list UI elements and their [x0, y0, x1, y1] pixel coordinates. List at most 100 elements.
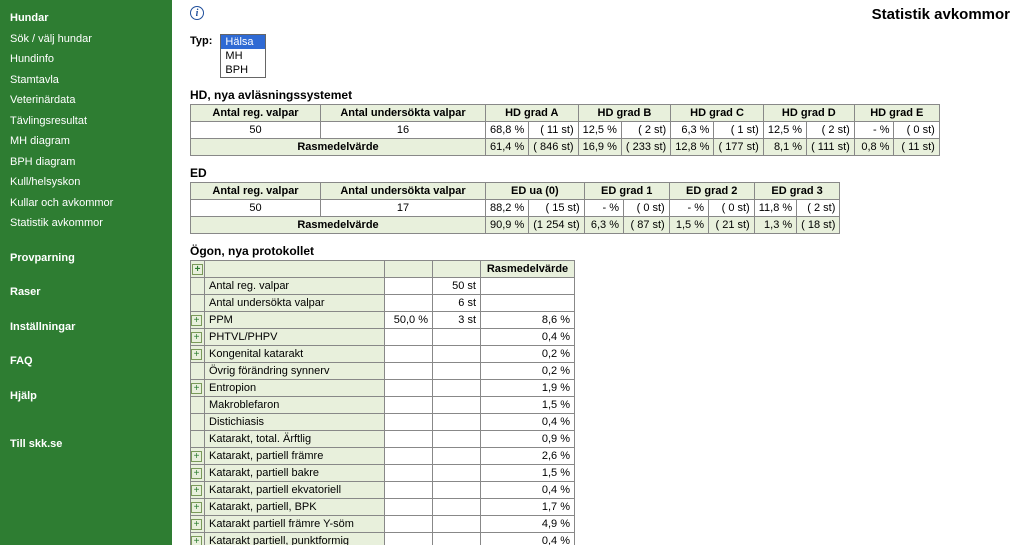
hd-th-a: HD grad A	[486, 105, 579, 122]
eye-expand-cell[interactable]: +	[191, 482, 205, 499]
hd-med-b-p: 16,9 %	[578, 139, 621, 156]
eye-expand-cell	[191, 363, 205, 380]
hd-th-c: HD grad C	[671, 105, 764, 122]
eye-med: 0,9 %	[481, 431, 575, 448]
eye-v1	[385, 499, 433, 516]
ed-med-0-s: (1 254 st)	[529, 217, 584, 234]
sidebar: HundarSök / välj hundarHundinfoStamtavla…	[0, 0, 172, 545]
plus-icon[interactable]: +	[192, 264, 203, 275]
hd-b-p: 12,5 %	[578, 122, 621, 139]
eye-expand-cell[interactable]: +	[191, 380, 205, 397]
eye-row: Antal reg. valpar50 st	[191, 278, 575, 295]
sidebar-item[interactable]: Stamtavla	[0, 70, 172, 91]
eye-name: Katarakt partiell främre Y-söm	[205, 516, 385, 533]
eye-med	[481, 295, 575, 312]
ed-med-2-s: ( 21 st)	[708, 217, 754, 234]
plus-icon[interactable]: +	[191, 332, 202, 343]
sidebar-item[interactable]: Provparning	[0, 248, 172, 269]
eye-v2	[433, 397, 481, 414]
eye-name: Katarakt partiell, punktformig	[205, 533, 385, 545]
eye-v1	[385, 465, 433, 482]
sidebar-item[interactable]: MH diagram	[0, 131, 172, 152]
eye-v1	[385, 363, 433, 380]
eye-v2: 6 st	[433, 295, 481, 312]
eye-v1	[385, 516, 433, 533]
typ-option[interactable]: Hälsa	[221, 35, 265, 49]
hd-med-d-s: ( 111 st)	[807, 139, 855, 156]
hd-d-s: ( 2 st)	[807, 122, 855, 139]
sidebar-item[interactable]: Kullar och avkommor	[0, 193, 172, 214]
eye-name: Antal undersökta valpar	[205, 295, 385, 312]
plus-icon[interactable]: +	[191, 536, 202, 545]
hd-th-b: HD grad B	[578, 105, 671, 122]
eye-v2	[433, 516, 481, 533]
eye-expand-cell[interactable]: +	[191, 516, 205, 533]
sidebar-item[interactable]: Hundar	[0, 8, 172, 29]
ed-th-0: ED ua (0)	[486, 183, 585, 200]
eye-v2	[433, 363, 481, 380]
sidebar-item[interactable]: Veterinärdata	[0, 90, 172, 111]
eye-med: 1,5 %	[481, 397, 575, 414]
eye-expand-cell[interactable]: +	[191, 533, 205, 545]
plus-icon[interactable]: +	[191, 468, 202, 479]
eye-v1	[385, 380, 433, 397]
sidebar-item[interactable]: BPH diagram	[0, 152, 172, 173]
hd-med-e-p: 0,8 %	[854, 139, 894, 156]
eye-med: 0,4 %	[481, 533, 575, 545]
hd-b-s: ( 2 st)	[621, 122, 670, 139]
eye-expand-cell[interactable]: +	[191, 465, 205, 482]
sidebar-item[interactable]: Hjälp	[0, 386, 172, 407]
sidebar-item[interactable]: Statistik avkommor	[0, 213, 172, 234]
plus-icon[interactable]: +	[191, 315, 202, 326]
eye-v1: 50,0 %	[385, 312, 433, 329]
ed-th-2: ED grad 2	[669, 183, 754, 200]
eye-row: +Kongenital katarakt0,2 %	[191, 346, 575, 363]
plus-icon[interactable]: +	[191, 519, 202, 530]
sidebar-item[interactable]: Inställningar	[0, 317, 172, 338]
plus-icon[interactable]: +	[191, 349, 202, 360]
ed-th-3: ED grad 3	[754, 183, 840, 200]
plus-icon[interactable]: +	[191, 451, 202, 462]
eye-v1	[385, 533, 433, 545]
eye-row: +Katarakt partiell främre Y-söm4,9 %	[191, 516, 575, 533]
eye-name: PPM	[205, 312, 385, 329]
typ-option[interactable]: BPH	[221, 63, 265, 77]
plus-icon[interactable]: +	[191, 383, 202, 394]
eye-row: +Katarakt partiell, punktformig 0,4 %	[191, 533, 575, 545]
hd-med-label: Rasmedelvärde	[191, 139, 486, 156]
typ-option[interactable]: MH	[221, 49, 265, 63]
typ-dropdown[interactable]: HälsaMHBPH	[220, 34, 266, 78]
eye-med: 2,6 %	[481, 448, 575, 465]
sidebar-item[interactable]: Sök / välj hundar	[0, 29, 172, 50]
sidebar-item[interactable]: FAQ	[0, 351, 172, 372]
eye-expand-cell[interactable]: +	[191, 448, 205, 465]
eye-row: Distichiasis0,4 %	[191, 414, 575, 431]
sidebar-item[interactable]: Till skk.se	[0, 434, 172, 455]
plus-icon[interactable]: +	[191, 502, 202, 513]
plus-icon[interactable]: +	[191, 485, 202, 496]
ed-0-p: 88,2 %	[486, 200, 529, 217]
eye-v2	[433, 465, 481, 482]
sidebar-item[interactable]: Kull/helsyskon	[0, 172, 172, 193]
eye-name: Entropion	[205, 380, 385, 397]
sidebar-item[interactable]: Tävlingsresultat	[0, 111, 172, 132]
ed-med-2-p: 1,5 %	[669, 217, 708, 234]
eye-med	[481, 278, 575, 295]
hd-c-p: 6,3 %	[671, 122, 714, 139]
hd-med-c-s: ( 177 st)	[714, 139, 763, 156]
hd-med-a-p: 61,4 %	[486, 139, 529, 156]
sidebar-item[interactable]: Hundinfo	[0, 49, 172, 70]
eye-v2: 3 st	[433, 312, 481, 329]
info-icon[interactable]: i	[190, 6, 204, 20]
eye-expand-cell[interactable]: +	[191, 329, 205, 346]
eye-expand-all[interactable]: +	[191, 261, 205, 278]
ed-med-row: Rasmedelvärde 90,9 %(1 254 st) 6,3 %( 87…	[191, 217, 840, 234]
eye-expand-cell[interactable]: +	[191, 346, 205, 363]
ed-3-p: 11,8 %	[754, 200, 796, 217]
eye-expand-cell[interactable]: +	[191, 499, 205, 516]
eye-expand-cell[interactable]: +	[191, 312, 205, 329]
hd-a-p: 68,8 %	[486, 122, 529, 139]
eye-v1	[385, 414, 433, 431]
sidebar-item[interactable]: Raser	[0, 282, 172, 303]
eye-med: 8,6 %	[481, 312, 575, 329]
